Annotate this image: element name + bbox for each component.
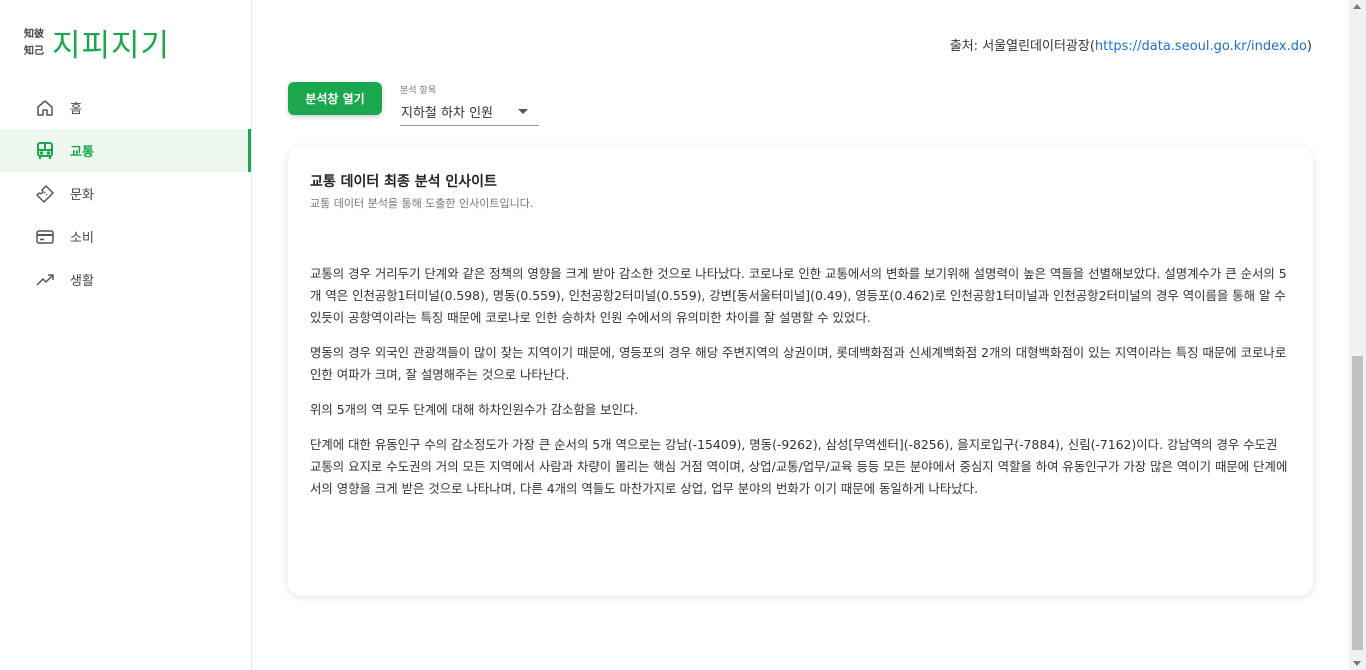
select-label: 분석 항목 [400, 86, 436, 96]
logo-title: 지피지기 [52, 28, 171, 64]
sidebar-item-label: 홈 [70, 102, 82, 117]
sidebar-item-life[interactable]: 생활 [0, 258, 251, 301]
bus-icon [35, 141, 55, 161]
sidebar-item-label: 교통 [70, 145, 94, 160]
insight-paragraph: 명동의 경우 외국인 관광객들이 많이 찾는 지역이기 때문에, 영등포의 경우… [310, 345, 1287, 382]
credit-card-icon [35, 227, 55, 247]
card-title: 교통 데이터 최종 분석 인사이트 [310, 174, 497, 190]
scroll-down-arrow-icon[interactable] [1353, 661, 1361, 666]
page-scrollbar[interactable] [1349, 0, 1366, 670]
sidebar-item-culture[interactable]: 문화 [0, 172, 251, 215]
scroll-up-arrow-icon[interactable] [1353, 4, 1361, 9]
analysis-item-select[interactable]: 분석 항목 지하철 하차 인원 [400, 81, 539, 126]
sidebar-item-traffic[interactable]: 교통 [0, 129, 251, 172]
open-analysis-button[interactable]: 분석창 열기 [288, 82, 382, 115]
sidebar-item-label: 소비 [70, 231, 94, 246]
home-icon [35, 98, 55, 118]
sidebar: 知彼 知己 지피지기 홈 교통 문화 소비 생활 [0, 0, 252, 670]
card-body: 교통의 경우 거리두기 단계와 같은 정책의 영향을 크게 받아 감소한 것으로… [310, 263, 1291, 500]
insight-paragraph: 단계에 대한 유동인구 수의 감소정도가 가장 큰 순서의 5개 역으로는 강남… [310, 437, 1288, 496]
sidebar-item-label: 생활 [70, 274, 94, 289]
data-source: 출처: 서울열린데이터광장(https://data.seoul.go.kr/i… [950, 35, 1312, 54]
sidebar-nav: 홈 교통 문화 소비 생활 [0, 86, 251, 301]
source-link[interactable]: https://data.seoul.go.kr/index.do [1095, 39, 1307, 54]
sidebar-item-consumption[interactable]: 소비 [0, 215, 251, 258]
insight-paragraph: 위의 5개의 역 모두 단계에 대해 하차인원수가 감소함을 보인다. [310, 402, 639, 417]
sidebar-item-label: 문화 [70, 188, 94, 203]
ticket-icon [35, 184, 55, 204]
trending-up-icon [35, 270, 55, 290]
source-prefix: 출처: 서울열린데이터광장( [949, 39, 1095, 54]
sidebar-item-home[interactable]: 홈 [0, 86, 251, 129]
scrollbar-thumb[interactable] [1352, 356, 1363, 650]
insight-paragraph: 교통의 경우 거리두기 단계와 같은 정책의 영향을 크게 받아 감소한 것으로… [310, 266, 1287, 325]
logo[interactable]: 知彼 知己 지피지기 [24, 20, 170, 65]
logo-subtext: 知彼 知己 [24, 26, 44, 60]
chevron-down-icon [518, 109, 528, 114]
card-subtitle: 교통 데이터 분석을 통해 도출한 인사이트입니다. [310, 197, 534, 210]
logo-subtext-line2: 知己 [24, 45, 44, 57]
insight-card: 교통 데이터 최종 분석 인사이트 교통 데이터 분석을 통해 도출한 인사이트… [288, 147, 1313, 596]
select-value: 지하철 하차 인원 [401, 106, 493, 121]
source-suffix: ) [1306, 39, 1312, 54]
logo-subtext-line1: 知彼 [24, 28, 44, 40]
